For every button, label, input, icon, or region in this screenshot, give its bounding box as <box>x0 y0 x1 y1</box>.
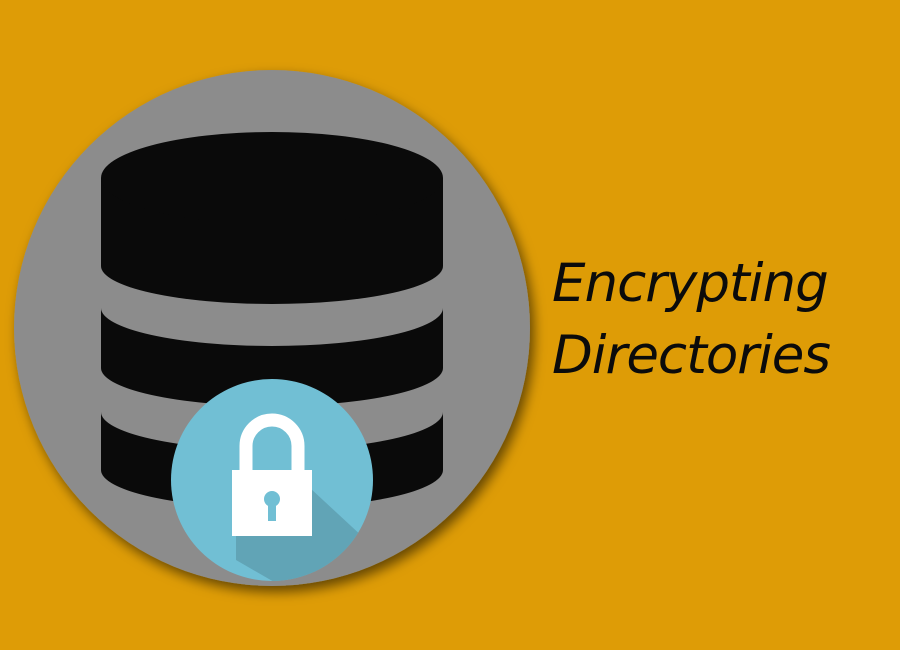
banner-canvas: Encrypting Directories <box>0 0 900 650</box>
title-line-2: Directories <box>552 325 831 386</box>
page-title: Encrypting Directories <box>552 248 892 392</box>
title-line-1: Encrypting <box>552 253 829 314</box>
